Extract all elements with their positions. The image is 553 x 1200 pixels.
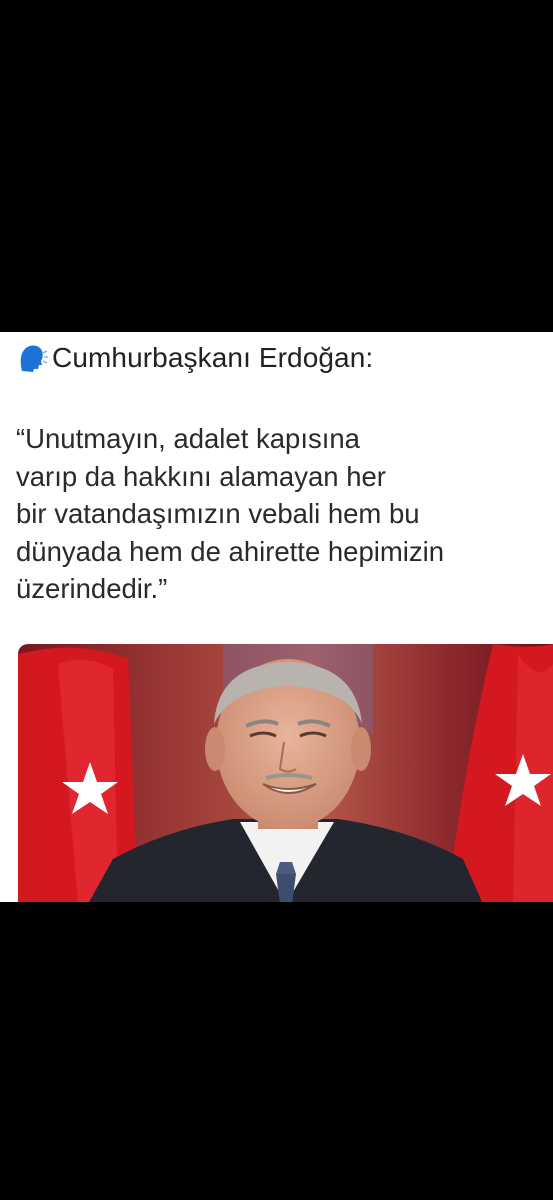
quote-line: dünyada hem de ahirette hepimizin: [16, 535, 445, 567]
speaking-head-icon: [16, 341, 50, 375]
quote-text: “Unutmayın, adalet kapısına varıp da hak…: [16, 420, 546, 608]
speaker-name: Cumhurbaşkanı Erdoğan:: [52, 342, 374, 373]
quote-line: varıp da hakkını alamayan her: [16, 460, 386, 492]
portrait-photo: [18, 644, 553, 902]
quote-line: bir vatandaşımızın vebali hem bu: [16, 498, 420, 529]
speaker-line: Cumhurbaşkanı Erdoğan:: [16, 338, 373, 378]
post-card: Cumhurbaşkanı Erdoğan: “Unutmayın, adale…: [0, 332, 553, 902]
quote-line: “Unutmayın, adalet kapısına: [16, 423, 360, 454]
quote-line: üzerindedir.”: [16, 573, 168, 604]
